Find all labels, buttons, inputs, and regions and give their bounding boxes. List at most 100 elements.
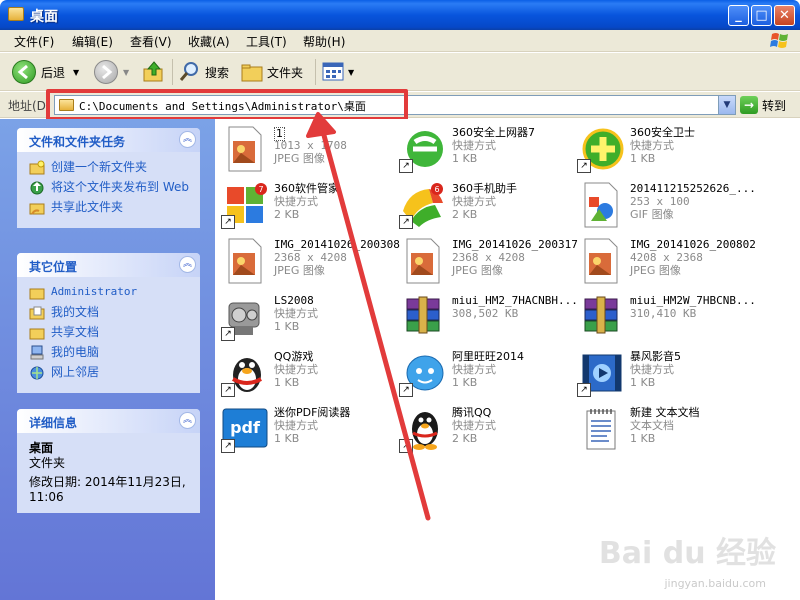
back-arrow-icon	[12, 60, 36, 84]
winrar-archive-icon	[406, 296, 440, 334]
file-type: 文本文档	[630, 419, 674, 432]
folders-button[interactable]: 文件夹	[240, 59, 303, 85]
place-label: 我的文档	[51, 305, 100, 319]
file-type: 快捷方式	[630, 139, 674, 152]
web-publish-icon	[30, 181, 44, 195]
close-button[interactable]: ✕	[774, 5, 795, 26]
views-button[interactable]: ▼	[322, 59, 354, 85]
folder-icon	[29, 288, 45, 300]
file-item[interactable]: ↗ QQ游戏 快捷方式 1 KB	[218, 345, 393, 401]
menu-help[interactable]: 帮助(H)	[303, 33, 345, 50]
panel-title: 文件和文件夹任务	[29, 135, 126, 149]
file-item[interactable]: miui_HM2W_7HBCNB... 310,410 KB	[574, 289, 756, 345]
file-item[interactable]: ↗ 360安全上网器7 快捷方式 1 KB	[396, 121, 571, 177]
place-network[interactable]: 网上邻居	[29, 365, 192, 380]
collapse-chevron-icon[interactable]: ︽	[179, 131, 196, 148]
go-button[interactable]: → 转到	[740, 96, 786, 114]
place-label: Administrator	[51, 285, 138, 298]
file-name: 360安全卫士	[630, 126, 695, 139]
file-size: 1 KB	[630, 152, 656, 165]
views-icon	[322, 62, 344, 81]
file-tasks-header[interactable]: 文件和文件夹任务 ︽	[17, 128, 200, 152]
file-type: 快捷方式	[452, 195, 496, 208]
file-item[interactable]: pdf ↗ 迷你PDF阅读器 快捷方式 1 KB	[218, 401, 393, 457]
chevron-down-icon[interactable]: ▼	[73, 68, 79, 77]
file-item[interactable]: miui_HM2_7HACNBH... 308,502 KB	[396, 289, 578, 345]
file-name: 360手机助手	[452, 182, 517, 195]
maximize-button[interactable]: □	[751, 5, 772, 26]
file-size: 1 KB	[630, 432, 656, 445]
details-modified: 修改日期: 2014年11月23日, 11:06	[29, 475, 186, 504]
file-type: 快捷方式	[274, 363, 318, 376]
file-item[interactable]: ↗ 360安全卫士 快捷方式 1 KB	[574, 121, 749, 177]
file-item[interactable]: ↗ 阿里旺旺2014 快捷方式 1 KB	[396, 345, 571, 401]
chevron-down-icon[interactable]: ▼	[718, 96, 735, 114]
file-name: 阿里旺旺2014	[452, 350, 524, 363]
svg-text:7: 7	[258, 185, 263, 194]
file-item[interactable]: 新建 文本文档 文本文档 1 KB	[574, 401, 749, 457]
file-item[interactable]: IMG_20141026_200317 2368 x 4208 JPEG 图像	[396, 233, 578, 289]
file-name: miui_HM2_7HACNBH...	[452, 294, 578, 307]
menu-file[interactable]: 文件(F)	[14, 33, 54, 50]
place-label: 网上邻居	[51, 365, 100, 379]
forward-button[interactable]: ▼	[94, 59, 129, 85]
shortcut-arrow-icon: ↗	[399, 439, 413, 453]
place-shared-documents[interactable]: 共享文档	[29, 325, 192, 340]
file-name: 暴风影音5	[630, 350, 681, 363]
shortcut-arrow-icon: ↗	[399, 159, 413, 173]
gif-image-icon	[584, 182, 618, 228]
menu-tools[interactable]: 工具(T)	[246, 33, 287, 50]
file-item[interactable]: ↗ 腾讯QQ 快捷方式 2 KB	[396, 401, 571, 457]
file-item[interactable]: ↗ 暴风影音5 快捷方式 1 KB	[574, 345, 749, 401]
go-arrow-icon: →	[740, 96, 758, 114]
file-name: 腾讯QQ	[452, 406, 492, 419]
baidu-watermark-url: jingyan.baidu.com	[664, 577, 766, 590]
task-publish-web[interactable]: 将这个文件夹发布到 Web	[29, 180, 192, 195]
up-folder-button[interactable]	[142, 59, 166, 85]
jpeg-image-icon	[228, 238, 262, 284]
collapse-chevron-icon[interactable]: ︽	[179, 412, 196, 429]
search-label: 搜索	[205, 65, 230, 80]
file-item[interactable]: 7 ↗ 360软件管家 快捷方式 2 KB	[218, 177, 393, 233]
up-folder-icon	[143, 61, 163, 82]
file-item[interactable]: ↗ LS2008 快捷方式 1 KB	[218, 289, 393, 345]
other-places-header[interactable]: 其它位置 ︽	[17, 253, 200, 277]
minimize-button[interactable]: _	[728, 5, 749, 26]
file-size: 308,502 KB	[452, 307, 519, 320]
toolbar-divider	[172, 59, 173, 85]
details-type: 文件夹	[29, 456, 66, 470]
file-dimensions: 1013 x 1708	[274, 139, 347, 152]
details-header[interactable]: 详细信息 ︽	[17, 409, 200, 433]
collapse-chevron-icon[interactable]: ︽	[179, 256, 196, 273]
place-my-computer[interactable]: 我的电脑	[29, 345, 192, 360]
file-name: 迷你PDF阅读器	[274, 406, 351, 419]
file-item[interactable]: 1 1013 x 1708 JPEG 图像	[218, 121, 393, 177]
file-size: 2 KB	[452, 432, 478, 445]
task-share-folder[interactable]: 共享此文件夹	[29, 200, 192, 215]
file-item[interactable]: IMG_20141026_200802 4208 x 2368 JPEG 图像	[574, 233, 756, 289]
menu-view[interactable]: 查看(V)	[130, 33, 172, 50]
task-new-folder[interactable]: 创建一个新文件夹	[29, 160, 192, 175]
search-button[interactable]: 搜索	[178, 59, 229, 85]
menu-favorites[interactable]: 收藏(A)	[188, 33, 230, 50]
file-item[interactable]: 201411215252626_... 253 x 100 GIF 图像	[574, 177, 756, 233]
file-item[interactable]: IMG_20141026_200308 2368 x 4208 JPEG 图像	[218, 233, 400, 289]
share-folder-icon	[29, 203, 45, 215]
file-size: 2 KB	[452, 208, 478, 221]
file-name: miui_HM2W_7HBCNB...	[630, 294, 756, 307]
my-computer-icon	[30, 345, 44, 360]
back-button[interactable]: 后退 ▼	[12, 59, 79, 85]
panel-title: 其它位置	[29, 260, 78, 274]
search-icon	[179, 62, 198, 81]
file-size: 1 KB	[452, 376, 478, 389]
menu-edit[interactable]: 编辑(E)	[72, 33, 113, 50]
chevron-down-icon[interactable]: ▼	[123, 68, 129, 77]
place-administrator[interactable]: Administrator	[29, 285, 192, 300]
svg-text:6: 6	[434, 185, 439, 194]
task-pane: 文件和文件夹任务 ︽ 创建一个新文件夹 将这个文件夹发布到 Web 共享此文件夹…	[0, 119, 215, 600]
place-my-documents[interactable]: 我的文档	[29, 305, 192, 320]
shortcut-arrow-icon: ↗	[399, 215, 413, 229]
file-item[interactable]: 6 ↗ 360手机助手 快捷方式 2 KB	[396, 177, 571, 233]
file-name: 新建 文本文档	[630, 406, 700, 419]
title-bar[interactable]: 桌面 _ □ ✕	[0, 0, 800, 30]
